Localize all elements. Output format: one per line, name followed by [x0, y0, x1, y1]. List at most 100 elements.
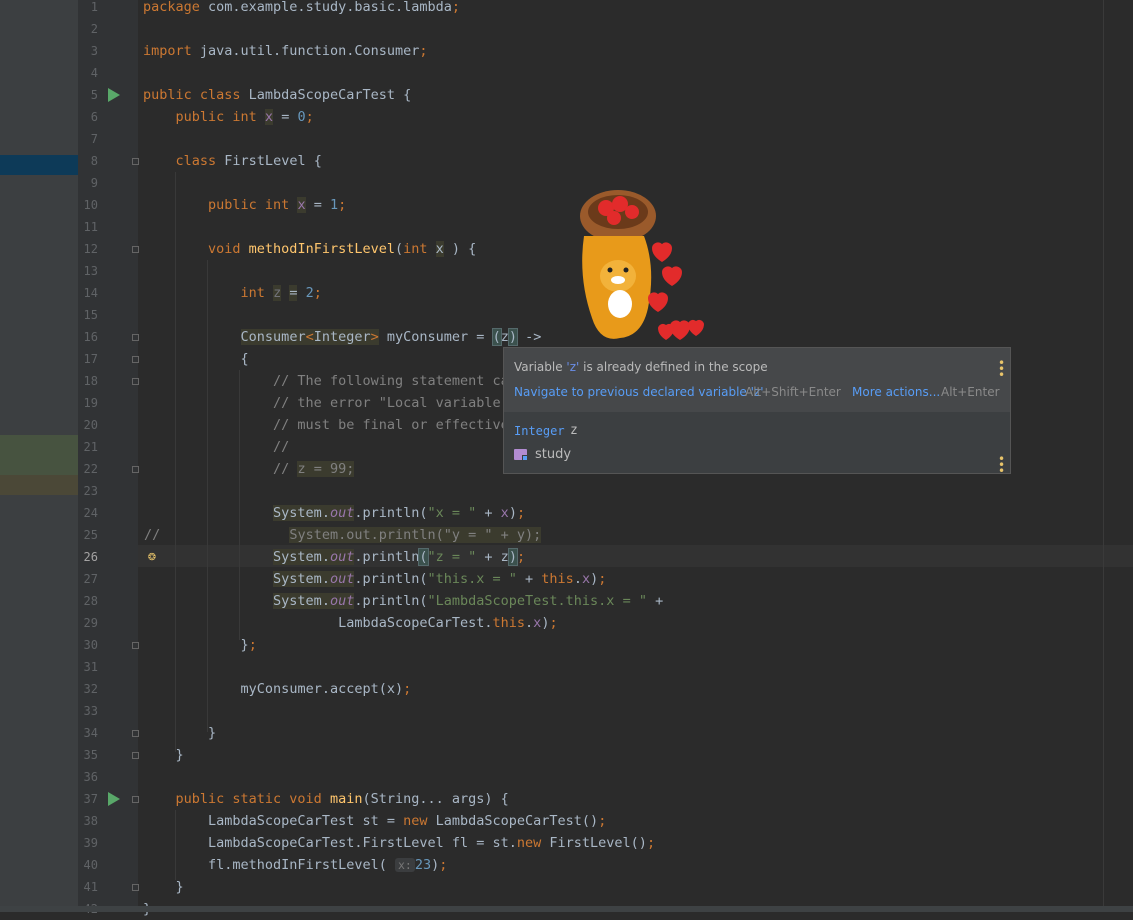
line-number: 7: [90, 132, 98, 146]
line-number: 14: [83, 286, 98, 300]
code-line[interactable]: };: [143, 634, 257, 656]
line-number: 32: [83, 682, 98, 696]
selected-file-marker[interactable]: [0, 155, 78, 175]
code-line[interactable]: int z = 2;: [143, 282, 322, 304]
code-line[interactable]: package com.example.study.basic.lambda;: [143, 0, 460, 18]
run-icon[interactable]: [108, 88, 120, 102]
code-line[interactable]: // the error "Local variable: [143, 392, 509, 414]
code-token: public static void: [175, 791, 330, 807]
code-token: LambdaScopeCarTest st =: [208, 813, 404, 829]
inspection-popup[interactable]: Variable 'z' is already defined in the s…: [503, 347, 1011, 477]
code-token: >: [370, 329, 379, 345]
line-number: 26: [83, 550, 98, 564]
code-line[interactable]: myConsumer.accept(x);: [143, 678, 412, 700]
horizontal-scrollbar[interactable]: [0, 906, 1133, 912]
inspection-message-suffix: is already defined in the scope: [579, 360, 768, 374]
code-line[interactable]: System.out.println("this.x = " + this.x)…: [143, 568, 606, 590]
line-number: 31: [83, 660, 98, 674]
code-line[interactable]: }: [143, 722, 216, 744]
line-number: 40: [83, 858, 98, 872]
code-line[interactable]: System.out.println("x = " + x);: [143, 502, 525, 524]
code-line[interactable]: System.out.println("LambdaScopeTest.this…: [143, 590, 663, 612]
code-line[interactable]: }: [143, 744, 184, 766]
code-token: ;: [313, 285, 322, 301]
code-token: +: [516, 571, 542, 587]
line-number: 2: [90, 22, 98, 36]
code-token: .println(: [354, 505, 428, 521]
code-line[interactable]: LambdaScopeCarTest st = new LambdaScopeC…: [143, 810, 606, 832]
code-token: x: [297, 197, 306, 213]
modified-file-marker: [0, 475, 78, 495]
code-token: class: [175, 153, 225, 169]
line-number: 35: [83, 748, 98, 762]
code-line[interactable]: void methodInFirstLevel(int x ) {: [143, 238, 476, 260]
code-token: com.example.study.basic.lambda: [208, 0, 452, 15]
changed-file-marker: [0, 435, 78, 475]
code-token: 23: [414, 857, 432, 873]
code-line[interactable]: {: [143, 348, 249, 370]
code-token: x: [500, 505, 509, 521]
code-line[interactable]: LambdaScopeCarTest.this.x);: [143, 612, 558, 634]
navigate-to-declaration-link[interactable]: Navigate to previous declared variable '…: [514, 385, 764, 399]
inspection-message-prefix: Variable: [514, 360, 567, 374]
code-line[interactable]: LambdaScopeCarTest.FirstLevel fl = st.ne…: [143, 832, 655, 854]
code-line[interactable]: public int x = 1;: [143, 194, 346, 216]
more-actions-link[interactable]: More actions...: [852, 385, 940, 399]
code-token: (: [394, 241, 404, 257]
code-line[interactable]: // must be final or effective: [143, 414, 509, 436]
more-options-icon[interactable]: • • •: [998, 357, 1005, 381]
code-token: =: [305, 197, 330, 213]
code-line[interactable]: public static void main(String... args) …: [143, 788, 509, 810]
code-token: System.out.println("y = " + y);: [289, 527, 542, 543]
line-number: 30: [83, 638, 98, 652]
code-token: .println(: [354, 571, 428, 587]
code-line[interactable]: public class LambdaScopeCarTest {: [143, 84, 411, 106]
code-token: public class: [143, 87, 249, 103]
code-line[interactable]: public int x = 0;: [143, 106, 314, 128]
line-number: 37: [83, 792, 98, 806]
code-token: Consumer: [240, 329, 306, 345]
code-line[interactable]: // The following statement ca: [143, 370, 509, 392]
line-number: 19: [83, 396, 98, 410]
code-line[interactable]: }: [143, 876, 184, 898]
code-line[interactable]: class FirstLevel {: [143, 150, 322, 172]
code-token: (: [418, 548, 429, 566]
code-token: ;: [403, 681, 412, 697]
code-line[interactable]: import java.util.function.Consumer;: [143, 40, 428, 62]
code-line[interactable]: System.out.println("z = " + z);: [143, 546, 525, 568]
right-margin-guide: [1103, 0, 1104, 912]
code-line[interactable]: Consumer<Integer> myConsumer = (z) ->: [143, 326, 541, 348]
more-options-icon[interactable]: • • •: [998, 453, 1005, 477]
line-number: 16: [83, 330, 98, 344]
code-token: ;: [305, 109, 314, 125]
code-token: import: [143, 43, 200, 59]
code-token: out: [329, 549, 355, 565]
inspection-popup-header: [504, 348, 1010, 412]
code-token: int: [403, 241, 436, 257]
run-icon[interactable]: [108, 792, 120, 806]
code-line[interactable]: System.out.println("y = " + y);: [143, 524, 542, 546]
code-token: ;: [419, 43, 428, 59]
code-token: ): [443, 241, 469, 257]
code-token: public int: [208, 197, 298, 213]
code-line[interactable]: fl.methodInFirstLevel( x: 23);: [143, 854, 447, 876]
code-line[interactable]: // z = 99;: [143, 458, 355, 480]
variable-type-link[interactable]: Integer: [514, 424, 565, 438]
code-line[interactable]: //: [143, 436, 289, 458]
code-token: //: [273, 461, 298, 477]
line-number: 28: [83, 594, 98, 608]
code-token: ;: [516, 505, 526, 521]
code-token: =: [273, 109, 298, 125]
code-token: out: [329, 505, 355, 521]
code-token: ): [590, 571, 599, 587]
code-token: ): [507, 548, 518, 566]
